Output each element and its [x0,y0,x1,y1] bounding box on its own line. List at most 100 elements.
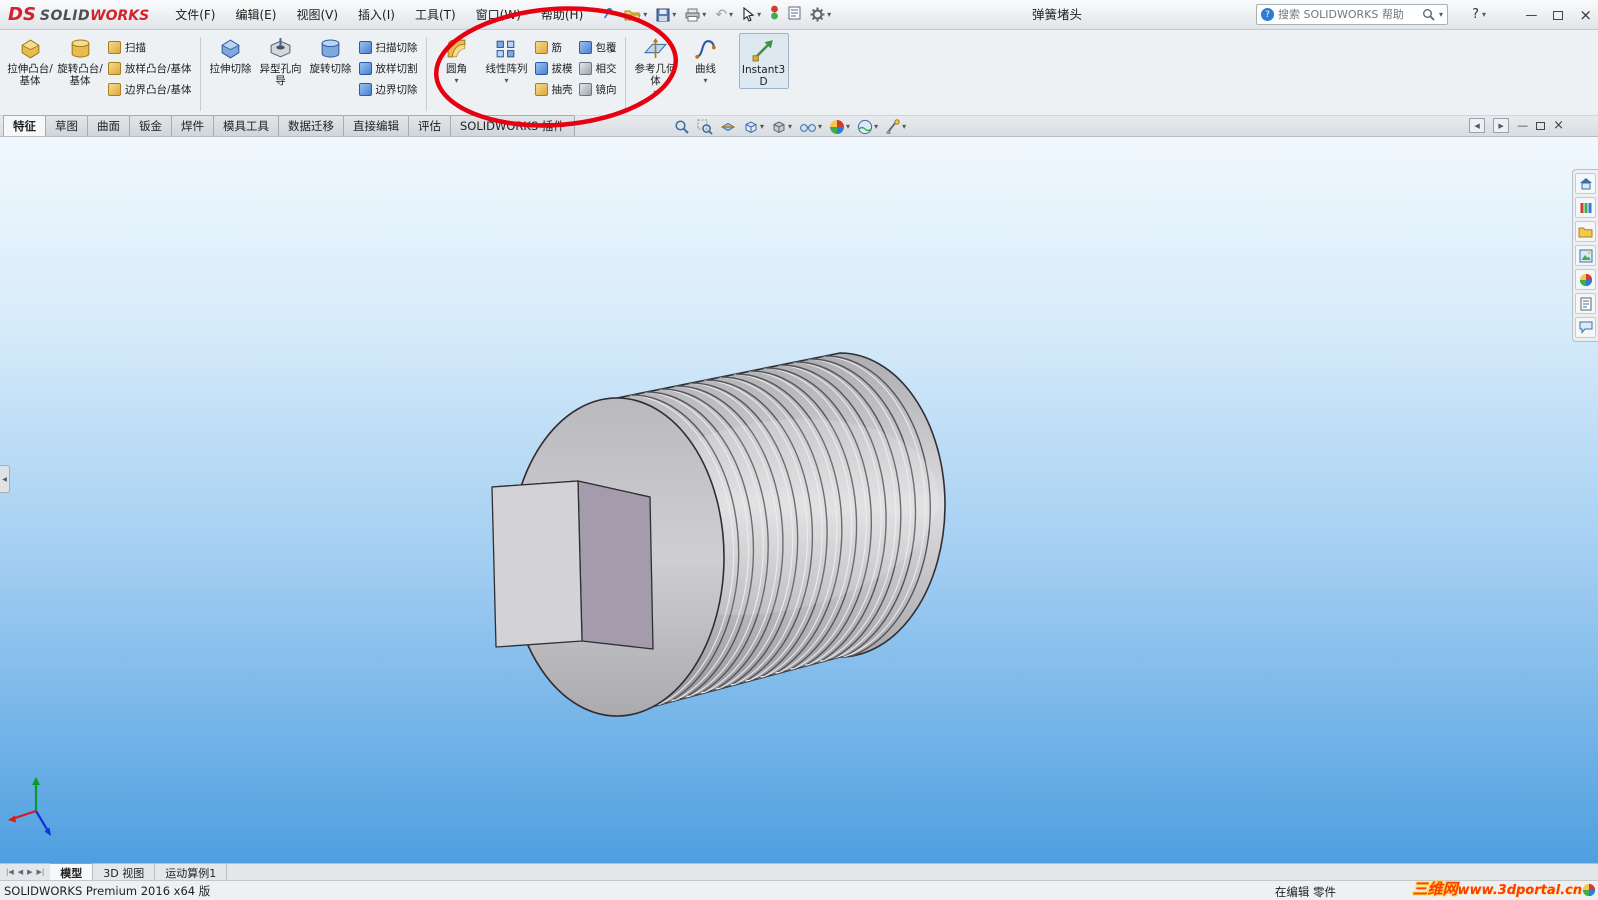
custom-properties-icon[interactable] [1575,293,1596,314]
file-explorer-icon[interactable] [1575,221,1596,242]
tab-features[interactable]: 特征 [3,115,46,136]
extruded-cut-button[interactable]: 拉伸切除 [206,33,256,75]
view-palette-icon[interactable] [1575,245,1596,266]
save-dropdown-icon[interactable]: ▾ [672,10,676,19]
boundary-boss-button[interactable]: 边界凸台/基体 [108,81,192,98]
revolved-boss-button[interactable]: 旋转凸台/基体 [55,33,105,87]
hide-show-items-button[interactable]: ▾ [797,119,824,135]
search-dropdown-icon[interactable]: ▾ [1439,10,1443,19]
open-button[interactable]: ▾ [624,8,647,22]
tab-surfaces[interactable]: 曲面 [87,115,130,136]
reference-geometry-dropdown-icon[interactable]: ▾ [654,88,658,97]
rib-button[interactable]: 筋 [534,39,573,56]
edit-appearance-dropdown-icon[interactable]: ▾ [846,122,850,131]
revolved-cut-button[interactable]: 旋转切除 [306,33,356,75]
display-style-dropdown-icon[interactable]: ▾ [788,122,792,131]
maximize-button[interactable] [1553,10,1564,20]
menu-edit[interactable]: 编辑(E) [236,6,277,23]
tab-sheet-metal[interactable]: 钣金 [129,115,172,136]
last-tab-button[interactable]: ▶| [37,868,45,876]
fillet-button[interactable]: 圆角 ▾ [432,33,482,85]
section-view-button[interactable] [718,119,738,135]
search-icon[interactable] [1422,8,1435,21]
options-dropdown-icon[interactable]: ▾ [827,10,831,19]
undo-button[interactable]: ↶ ▾ [715,7,733,23]
first-tab-button[interactable]: |◀ [6,868,14,876]
select-dropdown-icon[interactable]: ▾ [757,10,761,19]
select-tool-button[interactable]: ▾ [742,7,761,22]
lofted-boss-button[interactable]: 放样凸台/基体 [108,60,192,77]
mirror-button[interactable]: 镜向 [578,81,617,98]
tab-3d-views[interactable]: 3D 视图 [93,864,156,880]
next-tab-button[interactable]: ▶ [27,868,32,876]
wrap-button[interactable]: 包覆 [578,39,617,56]
tab-direct-editing[interactable]: 直接编辑 [343,115,409,136]
menu-view[interactable]: 视图(V) [296,6,338,23]
print-button[interactable]: ▾ [685,8,706,22]
zoom-to-area-button[interactable] [695,119,715,135]
swept-boss-button[interactable]: 扫描 [108,39,192,56]
hole-wizard-button[interactable]: 异型孔向导 [256,33,306,87]
lofted-cut-button[interactable]: 放样切割 [358,60,418,77]
open-dropdown-icon[interactable]: ▾ [643,10,647,19]
design-library-icon[interactable] [1575,197,1596,218]
reference-geometry-button[interactable]: 参考几何体 ▾ [631,33,681,97]
draft-button[interactable]: 拔模 [534,60,573,77]
close-button[interactable]: × [1579,7,1592,23]
next-document-button[interactable]: ▶ [1493,118,1510,133]
zoom-to-fit-button[interactable] [672,119,692,135]
apply-scene-button[interactable]: ▾ [855,119,880,135]
view-orientation-button[interactable]: ▾ [741,119,766,135]
search-input[interactable] [1278,8,1418,21]
curves-button[interactable]: 曲线 ▾ [681,33,731,85]
graphics-area[interactable]: ◀ [0,137,1598,863]
pin-menu-icon[interactable] [601,5,615,24]
tab-evaluate[interactable]: 评估 [408,115,451,136]
doc-close-button[interactable]: × [1553,118,1564,133]
previous-tab-button[interactable]: ◀ [18,868,23,876]
forum-icon[interactable] [1575,317,1596,338]
menu-file[interactable]: 文件(F) [175,6,215,23]
rebuild-button[interactable] [770,5,779,24]
appearances-icon[interactable] [1575,269,1596,290]
minimize-button[interactable]: — [1525,9,1537,21]
tab-weldments[interactable]: 焊件 [171,115,214,136]
square-boss[interactable] [491,480,654,650]
menu-insert[interactable]: 插入(I) [358,6,395,23]
menu-tools[interactable]: 工具(T) [415,6,456,23]
save-button[interactable]: ▾ [656,8,676,22]
shell-button[interactable]: 抽壳 [534,81,573,98]
tab-model[interactable]: 模型 [50,863,94,880]
tab-motion-study-1[interactable]: 运动算例1 [155,864,228,880]
boundary-cut-button[interactable]: 边界切除 [358,81,418,98]
edit-appearance-button[interactable]: ▾ [827,119,852,135]
doc-minimize-button[interactable]: — [1517,119,1528,132]
view-orientation-dropdown-icon[interactable]: ▾ [760,122,764,131]
tab-data-migration[interactable]: 数据迁移 [278,115,344,136]
display-style-button[interactable]: ▾ [769,119,794,135]
feature-tree-collapse-tab[interactable]: ◀ [0,465,10,493]
view-settings-dropdown-icon[interactable]: ▾ [902,122,906,131]
tab-mold-tools[interactable]: 模具工具 [213,115,279,136]
help-menu-button[interactable]: ? ▾ [1472,0,1486,30]
linear-pattern-dropdown-icon[interactable]: ▾ [505,76,509,85]
file-properties-button[interactable] [788,5,801,24]
view-settings-button[interactable]: ▾ [883,118,908,135]
print-dropdown-icon[interactable]: ▾ [702,10,706,19]
curves-dropdown-icon[interactable]: ▾ [704,76,708,85]
instant3d-button[interactable]: Instant3D [738,33,789,90]
apply-scene-dropdown-icon[interactable]: ▾ [874,122,878,131]
intersect-button[interactable]: 相交 [578,60,617,77]
linear-pattern-button[interactable]: 线性阵列 ▾ [482,33,532,85]
options-button[interactable]: ▾ [810,7,831,22]
hide-show-dropdown-icon[interactable]: ▾ [818,122,822,131]
doc-restore-button[interactable] [1536,121,1546,130]
menu-help[interactable]: 帮助(H) [541,6,583,23]
menu-window[interactable]: 窗口(W) [476,6,521,23]
undo-dropdown-icon[interactable]: ▾ [729,10,733,19]
search-box[interactable]: ? ▾ [1256,4,1448,25]
home-icon[interactable] [1575,173,1596,194]
previous-document-button[interactable]: ◀ [1469,118,1486,133]
swept-cut-button[interactable]: 扫描切除 [358,39,418,56]
fillet-dropdown-icon[interactable]: ▾ [455,76,459,85]
